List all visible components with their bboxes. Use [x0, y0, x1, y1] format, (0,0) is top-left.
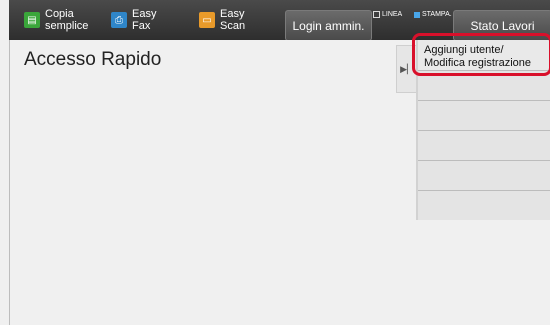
- scan-icon: ▭: [199, 12, 215, 28]
- main-area: Accesso Rapido ▶▏ Aggiungi utente/ Modif…: [9, 40, 550, 325]
- print-indicator-box: [414, 11, 420, 18]
- action-panel-empty-slot: [418, 190, 550, 220]
- shortcut-scan[interactable]: ▭ Easy Scan: [199, 0, 245, 40]
- job-status-button[interactable]: Stato Lavori: [453, 10, 550, 41]
- action-panel: Aggiungi utente/ Modifica registrazione: [416, 40, 550, 220]
- copy-icon: ▤: [24, 12, 40, 28]
- line-indicator-box: [373, 11, 380, 18]
- top-bar: ▤ Copia semplice ⎙ Easy Fax ▭ Easy Scan …: [9, 0, 550, 41]
- panel-toggle-icon[interactable]: ▶▏: [396, 45, 417, 93]
- fax-icon: ⎙: [111, 12, 127, 28]
- admin-login-button[interactable]: Login ammin.: [285, 10, 372, 41]
- shortcut-fax[interactable]: ⎙ Easy Fax: [111, 0, 156, 40]
- action-panel-empty-slot: [418, 160, 550, 190]
- action-panel-empty-slot: [418, 100, 550, 130]
- line-indicator-label: LINEA: [382, 11, 403, 18]
- action-panel-empty-slot: [418, 130, 550, 160]
- print-indicator: STAMPA.: [414, 11, 452, 18]
- print-indicator-label: STAMPA.: [422, 11, 452, 18]
- action-panel-empty-slot: [418, 70, 550, 100]
- add-user-edit-registration-label: Aggiungi utente/ Modifica registrazione: [424, 44, 531, 69]
- shortcut-fax-label: Easy Fax: [132, 8, 157, 32]
- line-indicator: LINEA: [373, 11, 402, 18]
- shortcut-scan-label: Easy Scan: [220, 8, 246, 32]
- add-user-edit-registration-button[interactable]: Aggiungi utente/ Modifica registrazione: [418, 40, 550, 70]
- screen: ▤ Copia semplice ⎙ Easy Fax ▭ Easy Scan …: [9, 0, 550, 325]
- shortcut-copy-label: Copia semplice: [45, 8, 89, 32]
- shortcut-copy[interactable]: ▤ Copia semplice: [24, 0, 88, 40]
- page-title: Accesso Rapido: [24, 49, 162, 70]
